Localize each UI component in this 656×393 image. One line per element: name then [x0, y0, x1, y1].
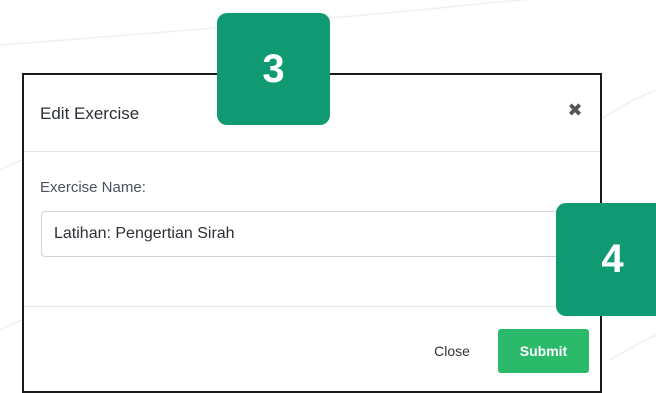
footer-divider [24, 306, 600, 307]
step-4-badge: 4 [556, 203, 656, 316]
exercise-name-label: Exercise Name: [40, 179, 146, 196]
close-icon[interactable]: ✖ [564, 99, 586, 121]
exercise-name-input[interactable] [41, 211, 569, 257]
close-button[interactable]: Close [424, 329, 480, 373]
modal-title: Edit Exercise [40, 104, 140, 123]
step-3-badge: 3 [217, 13, 330, 125]
submit-button[interactable]: Submit [498, 329, 589, 373]
